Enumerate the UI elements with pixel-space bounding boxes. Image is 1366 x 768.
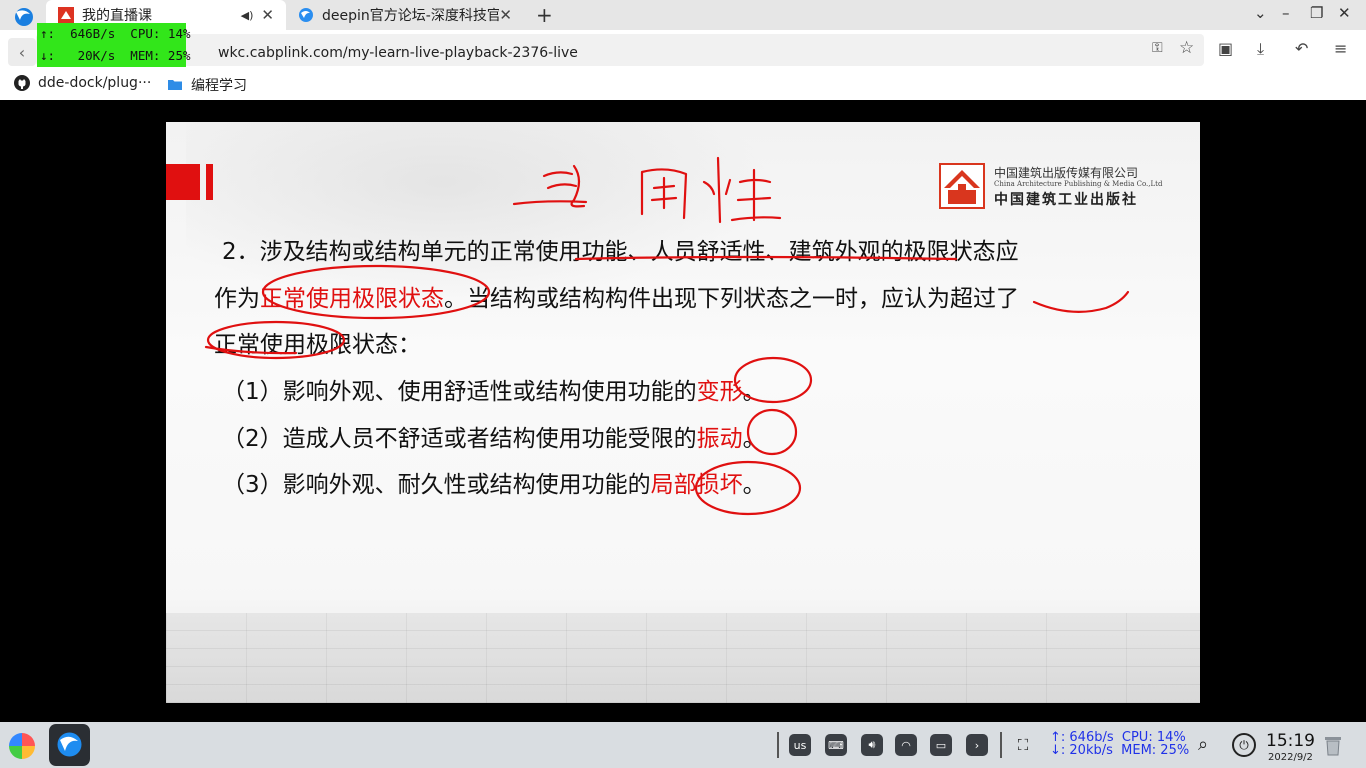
bookmarks-bar: dde-dock/plug··· 编程学习 [0,70,1366,100]
taskbar: us ⌨ 🔊︎ ◠ ▭ › ⛶ ↑: 646b/s CPU: 14% ↓: 20… [0,722,1366,768]
video-player[interactable]: 中国建筑出版传媒有限公司 China Architecture Publishi… [0,101,1366,722]
battery-icon[interactable]: ▭ [930,734,952,756]
publisher-calligraphy: 中国建筑工业出版社 [994,192,1138,208]
clock-time[interactable]: 15:19 [1266,731,1315,751]
list-item-3: （3）影响外观、耐久性或结构使用功能的局部损坏。 [222,465,766,499]
deepin-favicon-icon [299,8,313,22]
launcher-icon[interactable] [9,733,35,759]
slide-red-bar [206,164,213,200]
tray-divider [777,732,779,758]
bookmark-programming[interactable]: 编程学习 [167,75,247,95]
clock-date[interactable]: 2022/9/2 [1268,752,1313,763]
paragraph-line-2: 作为正常使用极限状态。当结构或结构构件出现下列状态之一时，应认为超过了 [214,279,1019,313]
undo-icon[interactable]: ↶ [1295,39,1308,58]
paragraph-line-1: 2．涉及结构或结构单元的正常使用功能、人员舒适性、建筑外观的极限状态应 [222,232,1019,266]
item-text: 。 [742,379,766,405]
url-field[interactable]: wkc.cabplink.com/my-learn-live-playback-… [36,34,1204,66]
tab-menu-chevron-icon[interactable]: ⌄ [1254,4,1267,22]
list-item-2: （2）造成人员不舒适或者结构使用功能受限的振动。 [222,419,766,453]
url-text[interactable]: wkc.cabplink.com/my-learn-live-playback-… [218,45,578,61]
tray-divider [1000,732,1002,758]
new-tab-button[interactable]: + [536,3,553,27]
bookmark-label: dde-dock/plug··· [38,75,152,91]
para-text: 。当结构或结构构件出现下列状态之一时，应认为超过了 [444,286,1019,312]
publisher-name-cn: 中国建筑出版传媒有限公司 [994,166,1139,180]
para-text: 作为 [214,286,260,312]
live-course-favicon-icon [58,7,74,23]
tab-title: 我的直播课 [82,8,152,24]
close-window-button[interactable]: ✕ [1338,4,1351,22]
close-tab-icon[interactable]: ✕ [499,6,512,24]
tab-bar: 我的直播课 ◀) ✕ deepin官方论坛-深度科技官 ✕ + ⌄ – ❐ ✕ [0,0,1366,30]
para-text: 涉及结构或结构单元的正常使用功能、人员舒适性、建筑外观的极限状态应 [259,239,1019,265]
para-text: 正常使用极限状态： [214,332,421,358]
download-icon[interactable]: ⤓ [1257,39,1264,59]
tab-title: deepin官方论坛-深度科技官 [322,8,500,24]
search-icon[interactable]: ⌕ [1198,734,1208,755]
screenshot-icon[interactable]: ⛶ [1012,734,1034,756]
bookmark-label: 编程学习 [191,78,247,94]
volume-icon[interactable]: 🔊︎ [861,734,883,756]
speaker-icon[interactable]: ◀) [241,9,254,22]
key-icon[interactable]: ⚿ [1152,40,1163,56]
menu-icon[interactable]: ≡ [1334,39,1347,58]
browser-app-icon [57,732,82,757]
browser-logo-icon[interactable] [10,6,36,28]
back-button[interactable]: ‹ [8,38,36,66]
collections-icon[interactable]: ▣ [1218,39,1233,58]
highlight-term: 局部损坏 [650,472,743,498]
monitor-up: ↑: 646B/s CPU: 14% [40,26,191,41]
trash-icon[interactable] [1324,734,1342,756]
ink-underline-2 [1032,290,1130,313]
para-number: 2． [222,239,260,265]
monitor-down: ↓: 20K/s MEM: 25% [40,48,191,63]
close-tab-icon[interactable]: ✕ [261,6,274,24]
slide-red-marker [166,164,200,200]
onscreen-keyboard-icon[interactable]: ⌨ [825,734,847,756]
item-text: （2）造成人员不舒适或者结构使用功能受限的 [222,426,697,452]
lecture-slide: 中国建筑出版传媒有限公司 China Architecture Publishi… [166,122,1200,703]
power-icon[interactable]: ⏻ [1232,733,1256,757]
publisher-logo: 中国建筑出版传媒有限公司 China Architecture Publishi… [938,162,1162,212]
github-icon [14,75,30,91]
slide-floor-decoration [166,613,1200,703]
minimize-button[interactable]: – [1282,4,1290,22]
tb-net-down: ↓: 20kb/s MEM: 25% [1050,743,1190,758]
publisher-name-en: China Architecture Publishing & Media Co… [994,180,1163,188]
item-text: （3）影响外观、耐久性或结构使用功能的 [222,472,651,498]
wifi-icon[interactable]: ◠ [895,734,917,756]
list-item-1: （1）影响外观、使用舒适性或结构使用功能的变形。 [222,372,766,406]
address-bar: ‹ wkc.cabplink.com/my-learn-live-playbac… [0,30,1366,70]
restore-button[interactable]: ❐ [1310,4,1323,22]
item-text: 。 [742,472,766,498]
taskbar-system-monitor[interactable]: ↑: 646b/s CPU: 14% ↓: 20kb/s MEM: 25% [1050,731,1189,757]
tab-deepin-forum[interactable]: deepin官方论坛-深度科技官 ✕ [288,0,524,30]
running-app-browser[interactable] [49,724,90,766]
folder-icon [168,80,182,90]
tray-expand-icon[interactable]: › [966,734,988,756]
highlight-term: 变形 [696,379,743,405]
bookmark-dde-dock[interactable]: dde-dock/plug··· [14,75,151,91]
bookmark-star-icon[interactable]: ☆ [1179,38,1194,58]
item-text: 。 [742,426,766,452]
keyboard-layout-button[interactable]: us [789,734,811,756]
publisher-emblem-icon [939,163,985,209]
highlight-term: 振动 [696,426,743,452]
highlight-term: 正常使用极限状态 [260,286,444,312]
system-monitor-overlay: ↑: 646B/s CPU: 14% ↓: 20K/s MEM: 25% [37,23,191,67]
paragraph-line-3: 正常使用极限状态： [214,325,421,359]
item-text: （1）影响外观、使用舒适性或结构使用功能的 [222,379,697,405]
